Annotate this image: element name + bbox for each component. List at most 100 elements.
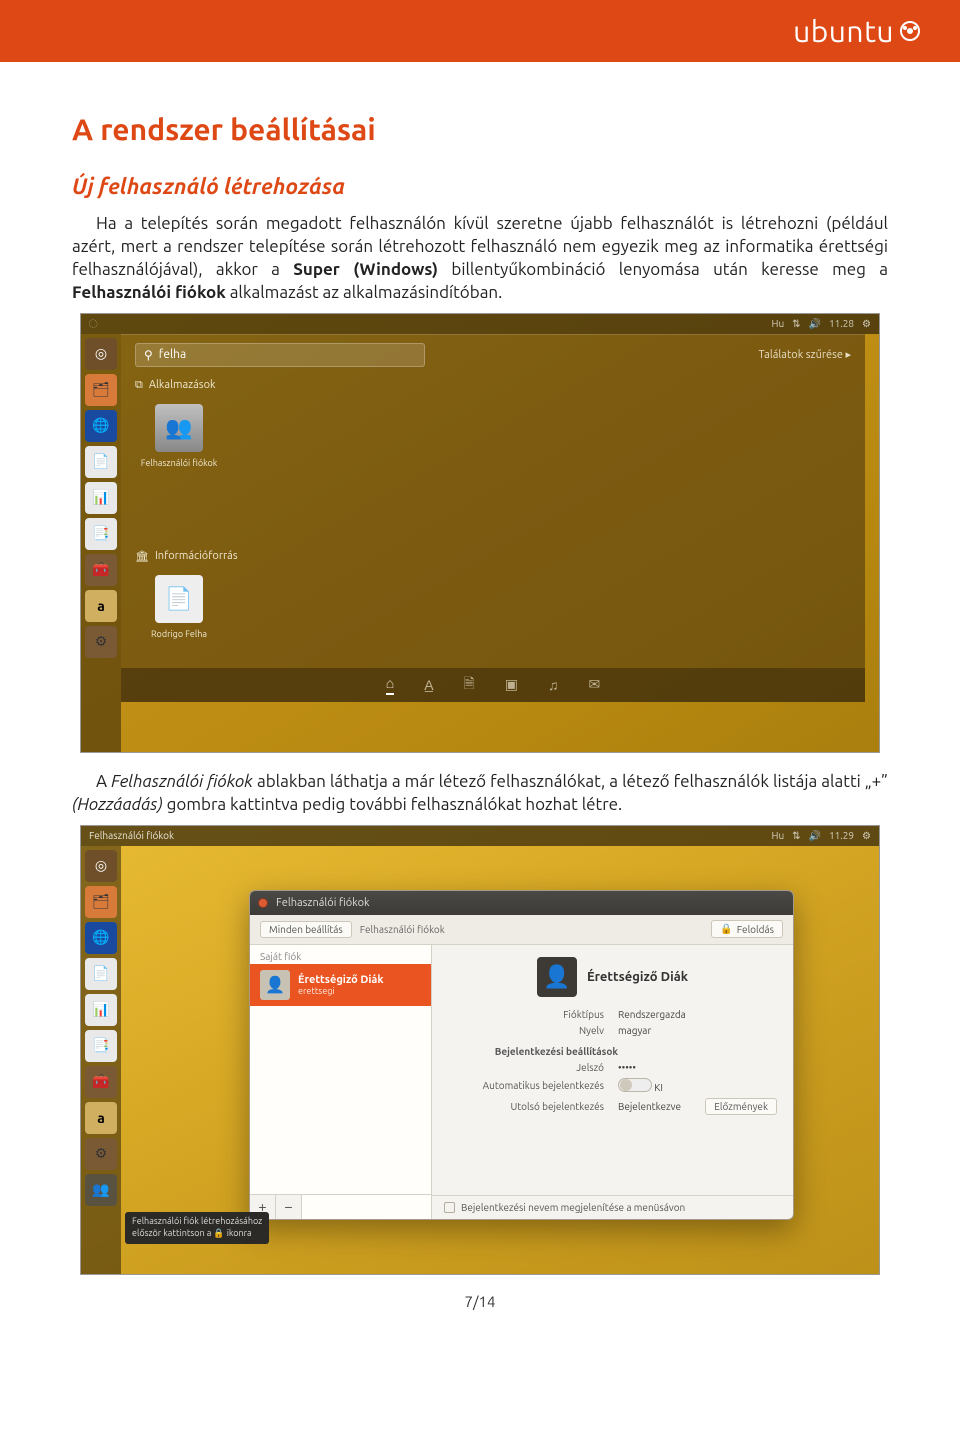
ubuntu-cof-icon bbox=[900, 21, 920, 41]
launcher-dash-icon[interactable]: ◎ bbox=[85, 338, 117, 370]
dash-result-user-accounts[interactable]: 👥 Felhasználói fiókok bbox=[139, 404, 219, 468]
window-toolbar: Minden beállítás Felhasználói fiókok 🔒 F… bbox=[250, 915, 793, 945]
value-password[interactable]: ••••• bbox=[618, 1062, 636, 1073]
launcher-amazon-icon[interactable]: a bbox=[85, 590, 117, 622]
clock[interactable]: 11.28 bbox=[829, 318, 854, 329]
value-language[interactable]: magyar bbox=[618, 1025, 651, 1036]
user-detail-pane: 👤 Érettségiző Diák Fióktípus Rendszergaz… bbox=[432, 945, 793, 1219]
close-icon[interactable] bbox=[258, 898, 268, 908]
lens-home-icon[interactable]: ⌂ bbox=[386, 675, 394, 695]
file-icon: 📄 bbox=[155, 575, 203, 623]
launcher-software-icon[interactable]: 🧰 bbox=[85, 554, 117, 586]
paragraph-2: A Felhasználói fiókok ablakban láthatja … bbox=[72, 771, 888, 817]
launcher-settings-icon[interactable]: ⚙ bbox=[85, 1138, 117, 1170]
system-gear-icon[interactable]: ⚙ bbox=[862, 830, 871, 842]
launcher-2: ◎ 🗂 🌐 📄 📊 📑 🧰 a ⚙ 👥 bbox=[81, 846, 121, 1274]
system-gear-icon[interactable]: ⚙ bbox=[862, 318, 871, 330]
auto-login-switch[interactable]: KI bbox=[618, 1078, 663, 1093]
lens-files-icon[interactable]: 🗎 bbox=[464, 673, 475, 697]
launcher-software-icon[interactable]: 🧰 bbox=[85, 1066, 117, 1098]
search-icon: ⚲ bbox=[144, 348, 153, 362]
paragraph-1: Ha a telepítés során megadott felhasznál… bbox=[72, 213, 888, 305]
launcher-amazon-icon[interactable]: a bbox=[85, 1102, 117, 1134]
label-auto-login: Automatikus bejelentkezés bbox=[448, 1080, 618, 1091]
window-titlebar[interactable]: Felhasználói fiókok bbox=[250, 891, 793, 915]
value-last-login: Bejelentkezve bbox=[618, 1101, 681, 1112]
launcher-firefox-icon[interactable]: 🌐 bbox=[85, 410, 117, 442]
show-name-checkbox[interactable] bbox=[444, 1202, 455, 1213]
launcher-impress-icon[interactable]: 📑 bbox=[85, 1030, 117, 1062]
volume-icon[interactable]: 🔊 bbox=[809, 830, 821, 842]
users-icon: 👥 bbox=[155, 404, 203, 452]
info-icon: 🏛 bbox=[135, 550, 149, 563]
show-name-label: Bejelentkezési nevem megjelenítése a men… bbox=[461, 1202, 685, 1213]
launcher: ◎ 🗂 🌐 📄 📊 📑 🧰 a ⚙ bbox=[81, 334, 121, 752]
tile-label: Rodrigo Felha bbox=[139, 629, 219, 639]
launcher-files-icon[interactable]: 🗂 bbox=[85, 374, 117, 406]
dash-category-info: 🏛 Információforrás bbox=[121, 546, 865, 567]
launcher-dash-icon[interactable]: ◎ bbox=[85, 850, 117, 882]
top-panel: ◌ Hu ⇅ 🔊 11.28 ⚙ bbox=[81, 314, 879, 334]
label-password: Jelszó bbox=[448, 1062, 618, 1073]
lock-icon: 🔒 bbox=[720, 923, 732, 935]
launcher-calc-icon[interactable]: 📊 bbox=[85, 994, 117, 1026]
add-label-ref: (Hozzáadás) bbox=[72, 795, 163, 814]
lens-apps-icon[interactable]: A̲ bbox=[424, 677, 433, 693]
dash-indicator-icon: ◌ bbox=[89, 318, 97, 329]
launcher-writer-icon[interactable]: 📄 bbox=[85, 446, 117, 478]
dash-filter-button[interactable]: Találatok szűrése ▸ bbox=[759, 348, 852, 361]
keyboard-layout-indicator[interactable]: Hu bbox=[771, 830, 784, 841]
window-footer: Bejelentkezési nevem megjelenítése a men… bbox=[432, 1195, 793, 1219]
all-settings-button[interactable]: Minden beállítás bbox=[260, 921, 352, 938]
window-title: Felhasználói fiókok bbox=[276, 897, 370, 909]
add-remove-toolbar: + − bbox=[250, 1194, 431, 1219]
remove-user-button[interactable]: − bbox=[276, 1195, 302, 1219]
launcher-writer-icon[interactable]: 📄 bbox=[85, 958, 117, 990]
volume-icon[interactable]: 🔊 bbox=[809, 318, 821, 330]
top-panel-2: Felhasználói fiókok Hu ⇅ 🔊 11.29 ⚙ bbox=[81, 826, 879, 846]
lens-photos-icon[interactable]: ✉ bbox=[589, 676, 601, 693]
apps-icon: ⧉ bbox=[135, 379, 143, 392]
dash-result-file[interactable]: 📄 Rodrigo Felha bbox=[139, 575, 219, 639]
unlock-button[interactable]: 🔒 Feloldás bbox=[711, 920, 783, 938]
history-button[interactable]: Előzmények bbox=[705, 1098, 777, 1115]
screenshot-user-accounts: Felhasználói fiókok Hu ⇅ 🔊 11.29 ⚙ ◎ 🗂 🌐… bbox=[80, 825, 880, 1275]
breadcrumb-current: Felhasználói fiókok bbox=[360, 924, 445, 935]
dash-category-apps: ⧉ Alkalmazások bbox=[121, 375, 865, 396]
screenshot-unity-dash: ◌ Hu ⇅ 🔊 11.28 ⚙ ◎ 🗂 🌐 📄 📊 📑 🧰 a ⚙ ⚲ fel… bbox=[80, 313, 880, 753]
panel-title: Felhasználói fiókok bbox=[89, 830, 174, 841]
user-accounts-window: Felhasználói fiókok Minden beállítás Fel… bbox=[249, 890, 794, 1220]
user-list-pane: Saját fiók 👤 Érettségiző Diák erettsegi … bbox=[250, 945, 432, 1219]
clock[interactable]: 11.29 bbox=[829, 830, 854, 841]
detail-user-name: Érettségiző Diák bbox=[587, 970, 688, 984]
launcher-files-icon[interactable]: 🗂 bbox=[85, 886, 117, 918]
user-list-header: Saját fiók bbox=[250, 945, 431, 964]
network-icon[interactable]: ⇅ bbox=[792, 830, 800, 842]
page-body: A rendszer beállításai Új felhasználó lé… bbox=[0, 62, 960, 1330]
lens-music-icon[interactable]: ♫ bbox=[548, 677, 559, 693]
dash-lens-bar: ⌂ A̲ 🗎 ▣ ♫ ✉ bbox=[121, 668, 865, 702]
lens-video-icon[interactable]: ▣ bbox=[505, 676, 518, 693]
app-name-users: Felhasználói fiókok bbox=[72, 283, 226, 302]
page-number: 7/14 bbox=[72, 1293, 888, 1310]
window-name-ref: Felhasználói fiókok bbox=[111, 772, 253, 791]
user-name: Érettségiző Diák bbox=[298, 974, 384, 986]
dash-overlay: ⚲ felha Találatok szűrése ▸ ⧉ Alkalmazás… bbox=[121, 334, 865, 702]
subsection-heading: Új felhasználó létrehozása bbox=[72, 174, 888, 199]
ubuntu-wordmark: ubuntu bbox=[793, 14, 894, 48]
launcher-firefox-icon[interactable]: 🌐 bbox=[85, 922, 117, 954]
user-list-item[interactable]: 👤 Érettségiző Diák erettsegi bbox=[250, 964, 431, 1006]
network-icon[interactable]: ⇅ bbox=[792, 318, 800, 330]
label-language: Nyelv bbox=[448, 1025, 618, 1036]
avatar-large-icon[interactable]: 👤 bbox=[537, 957, 577, 997]
dash-search-value: felha bbox=[159, 348, 186, 361]
keyboard-layout-indicator[interactable]: Hu bbox=[771, 318, 784, 329]
launcher-impress-icon[interactable]: 📑 bbox=[85, 518, 117, 550]
label-account-type: Fióktípus bbox=[448, 1009, 618, 1020]
launcher-user-accounts-icon[interactable]: 👥 bbox=[85, 1174, 117, 1206]
dash-search-input[interactable]: ⚲ felha bbox=[135, 343, 425, 367]
section-login-settings: Bejelentkezési beállítások bbox=[448, 1046, 618, 1057]
page-header: ubuntu bbox=[0, 0, 960, 62]
launcher-calc-icon[interactable]: 📊 bbox=[85, 482, 117, 514]
launcher-settings-icon[interactable]: ⚙ bbox=[85, 626, 117, 658]
